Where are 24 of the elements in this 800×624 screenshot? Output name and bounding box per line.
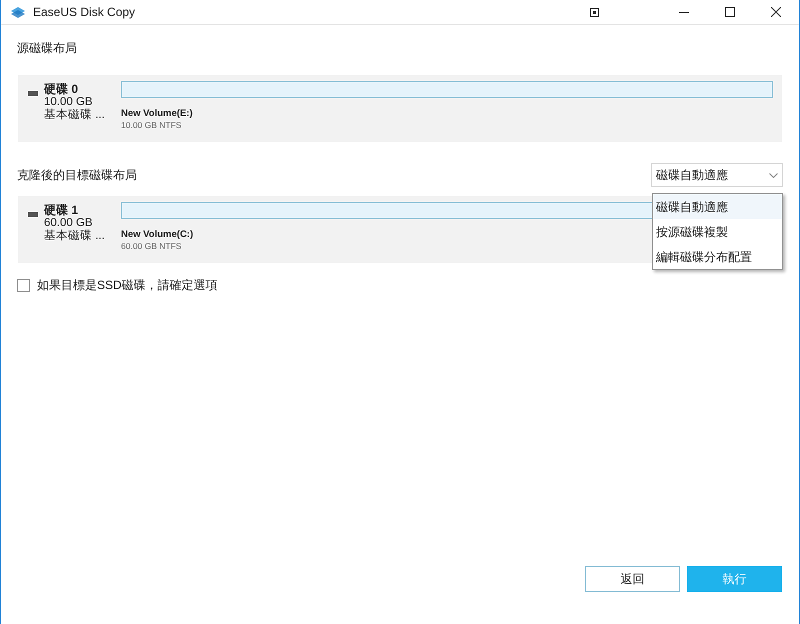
volume-name: New Volume(E:) bbox=[121, 108, 193, 120]
disk-type: 基本磁碟 ... bbox=[44, 230, 105, 243]
close-icon bbox=[771, 7, 781, 17]
disk-name: 硬碟 0 bbox=[44, 83, 80, 96]
dropdown-option[interactable]: 按源磁碟複製 bbox=[653, 219, 782, 244]
disk-type: 基本磁碟 ... bbox=[44, 109, 105, 122]
disk-name: 硬碟 1 bbox=[44, 204, 80, 217]
mode-dropdown[interactable]: 磁碟自動適應 bbox=[651, 163, 783, 187]
section-heading: 源磁碟布局 bbox=[17, 40, 77, 57]
ssd-option-label: 如果目標是SSD磁碟，請確定選項 bbox=[37, 277, 218, 294]
dropdown-option[interactable]: 磁碟自動適應 bbox=[653, 194, 782, 219]
maximize-icon bbox=[725, 7, 735, 17]
volume-info: 60.00 GB NTFS bbox=[121, 241, 182, 252]
volume-name: New Volume(C:) bbox=[121, 229, 194, 241]
volume-info: 10.00 GB NTFS bbox=[121, 120, 182, 131]
ssd-checkbox[interactable] bbox=[17, 278, 30, 292]
app-logo-icon bbox=[9, 5, 27, 19]
chevron-down-icon bbox=[769, 172, 778, 178]
dropdown-option[interactable]: 編輯磁碟分布配置 bbox=[653, 244, 782, 269]
back-button[interactable]: 返回 bbox=[585, 566, 680, 592]
disk-size: 60.00 GB bbox=[44, 217, 94, 230]
section-heading: 克隆後的目標磁碟布局 bbox=[17, 167, 137, 184]
disk-size: 10.00 GB bbox=[44, 96, 94, 108]
window-title: EaseUS Disk Copy bbox=[33, 4, 136, 21]
